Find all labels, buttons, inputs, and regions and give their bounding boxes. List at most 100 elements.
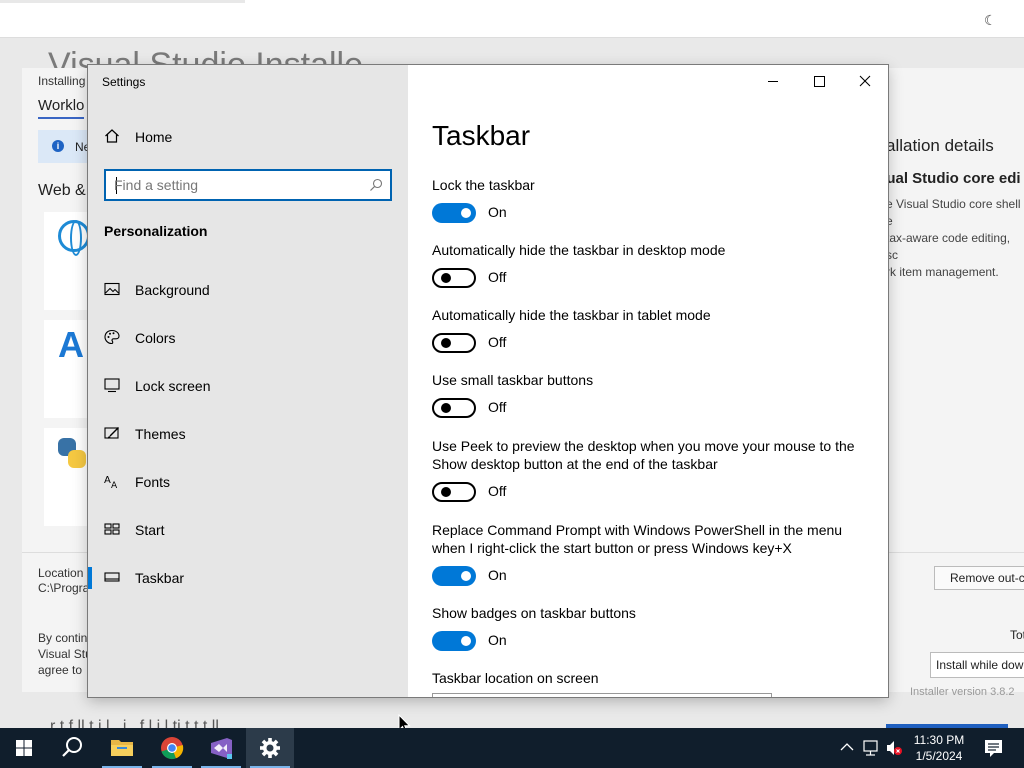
- picture-icon: [104, 282, 120, 296]
- selection-indicator: [88, 567, 92, 589]
- nav-item-label: Lock screen: [135, 378, 211, 394]
- settings-window: Settings Home Personalization Background…: [88, 65, 888, 697]
- desc-line: tax-aware code editing, sc: [886, 231, 1011, 262]
- setting-badges: Show badges on taskbar buttons On: [432, 604, 872, 653]
- nav-item-start[interactable]: Start: [88, 510, 408, 550]
- setting-small-buttons: Use small taskbar buttons Off: [432, 371, 872, 420]
- total-label: Tot: [1010, 628, 1024, 642]
- setting-peek: Use Peek to preview the desktop when you…: [432, 437, 872, 504]
- setting-location: Taskbar location on screen: [432, 669, 872, 687]
- location-path: C:\Progra: [38, 581, 90, 595]
- moon-icon[interactable]: ☾: [984, 13, 998, 27]
- section-web: Web &: [38, 182, 86, 199]
- network-status[interactable]: [861, 728, 881, 768]
- azure-icon: A: [58, 324, 84, 365]
- setting-label: Use small taskbar buttons: [432, 372, 594, 388]
- taskbar-location-dropdown[interactable]: [432, 693, 772, 697]
- nav-item-colors[interactable]: Colors: [88, 318, 408, 358]
- lock-taskbar-toggle[interactable]: [432, 203, 476, 223]
- autohide-tablet-toggle[interactable]: [432, 333, 476, 353]
- volume-muted-icon: [887, 741, 902, 755]
- location-info: Location C:\Progra: [38, 566, 89, 596]
- search-setting-box[interactable]: [104, 169, 392, 201]
- taskbar-search-button[interactable]: [48, 728, 96, 768]
- desc-line: e Visual Studio core shell e: [886, 197, 1021, 228]
- taskbar-visual-studio-installer[interactable]: [197, 728, 245, 768]
- settings-icon: [260, 738, 280, 758]
- setting-autohide-tablet: Automatically hide the taskbar in tablet…: [432, 306, 872, 355]
- nav-home-label: Home: [135, 129, 173, 145]
- file-explorer-icon: [111, 740, 133, 756]
- volume-status[interactable]: [884, 728, 904, 768]
- workload-card-azure[interactable]: A: [44, 320, 94, 418]
- search-icon: [62, 737, 82, 757]
- nav-item-themes[interactable]: Themes: [88, 414, 408, 454]
- tab-workloads[interactable]: Worklo: [38, 97, 85, 119]
- nav-item-label: Start: [135, 522, 165, 538]
- toggle-state: Off: [488, 269, 507, 285]
- small-buttons-toggle[interactable]: [432, 398, 476, 418]
- license-terms: By contin Visual Stu agree to: [38, 630, 92, 678]
- start-button[interactable]: [0, 728, 48, 768]
- setting-label: Use Peek to preview the desktop when you…: [432, 438, 855, 454]
- nav-item-label: Taskbar: [135, 570, 185, 586]
- search-icon[interactable]: [369, 178, 383, 192]
- chrome-icon: [161, 737, 184, 760]
- workload-card-python[interactable]: [44, 428, 94, 526]
- taskbar-icon: [104, 572, 120, 582]
- setting-autohide-desktop: Automatically hide the taskbar in deskto…: [432, 241, 872, 290]
- info-icon: i: [52, 140, 64, 152]
- taskbar-chrome[interactable]: [148, 728, 196, 768]
- globe-icon: [58, 220, 90, 256]
- toggle-state: On: [488, 632, 507, 648]
- visual-studio-installer-icon: [211, 738, 232, 759]
- peek-toggle[interactable]: [432, 482, 476, 502]
- vs-installer-titlebar: ☾: [0, 0, 1024, 38]
- setting-lock-taskbar: Lock the taskbar On: [432, 176, 872, 225]
- taskbar-file-explorer[interactable]: [98, 728, 146, 768]
- brush-icon: [104, 427, 119, 439]
- autohide-desktop-toggle[interactable]: [432, 268, 476, 288]
- workload-card-web[interactable]: [44, 212, 94, 310]
- divider: [888, 552, 1024, 553]
- home-icon: [105, 129, 119, 143]
- remove-out-of-support-button[interactable]: Remove out-c: [934, 566, 1024, 590]
- toggle-state: On: [488, 567, 507, 583]
- install-option-select[interactable]: Install while dow: [930, 652, 1024, 678]
- nav-item-fonts[interactable]: AA Fonts: [88, 462, 408, 502]
- start-icon: [104, 523, 120, 535]
- toggle-state: On: [488, 204, 507, 220]
- toggle-state: Off: [488, 334, 507, 350]
- system-clock[interactable]: 11:30 PM 1/5/2024: [904, 732, 974, 764]
- setting-label: Show desktop button at the end of the ta…: [432, 456, 718, 472]
- setting-label: Automatically hide the taskbar in tablet…: [432, 307, 711, 323]
- lock-screen-icon: [104, 378, 120, 393]
- progress-line: [0, 0, 245, 3]
- terms-line: agree to: [38, 663, 83, 677]
- nav-item-taskbar[interactable]: Taskbar: [88, 558, 408, 598]
- installation-details-heading: allation details: [886, 136, 994, 155]
- taskbar-settings-page: Taskbar Lock the taskbar On Automaticall…: [408, 65, 888, 697]
- show-hidden-icons[interactable]: [838, 728, 856, 768]
- terms-line: By contin: [38, 631, 88, 645]
- powershell-toggle[interactable]: [432, 566, 476, 586]
- fonts-icon: AA: [104, 475, 118, 489]
- badges-toggle[interactable]: [432, 631, 476, 651]
- network-icon: [863, 740, 878, 756]
- svg-text:A: A: [111, 481, 118, 489]
- settings-nav-pane: Settings Home Personalization Background…: [88, 65, 408, 697]
- nav-item-lock-screen[interactable]: Lock screen: [88, 366, 408, 406]
- nav-item-label: Colors: [135, 330, 176, 346]
- terms-line: Visual Stu: [38, 647, 92, 661]
- nav-item-label: Background: [135, 282, 210, 298]
- search-input[interactable]: [114, 176, 354, 194]
- core-editor-heading: sual Studio core edi: [878, 170, 1021, 187]
- clock-time: 11:30 PM: [913, 733, 965, 747]
- action-center-button[interactable]: [976, 728, 1012, 768]
- python-icon: [58, 438, 88, 468]
- setting-label: Lock the taskbar: [432, 177, 535, 193]
- taskbar-settings[interactable]: [246, 728, 294, 768]
- page-title: Taskbar: [432, 120, 531, 151]
- nav-item-background[interactable]: Background: [88, 270, 408, 310]
- clock-date: 1/5/2024: [915, 749, 963, 763]
